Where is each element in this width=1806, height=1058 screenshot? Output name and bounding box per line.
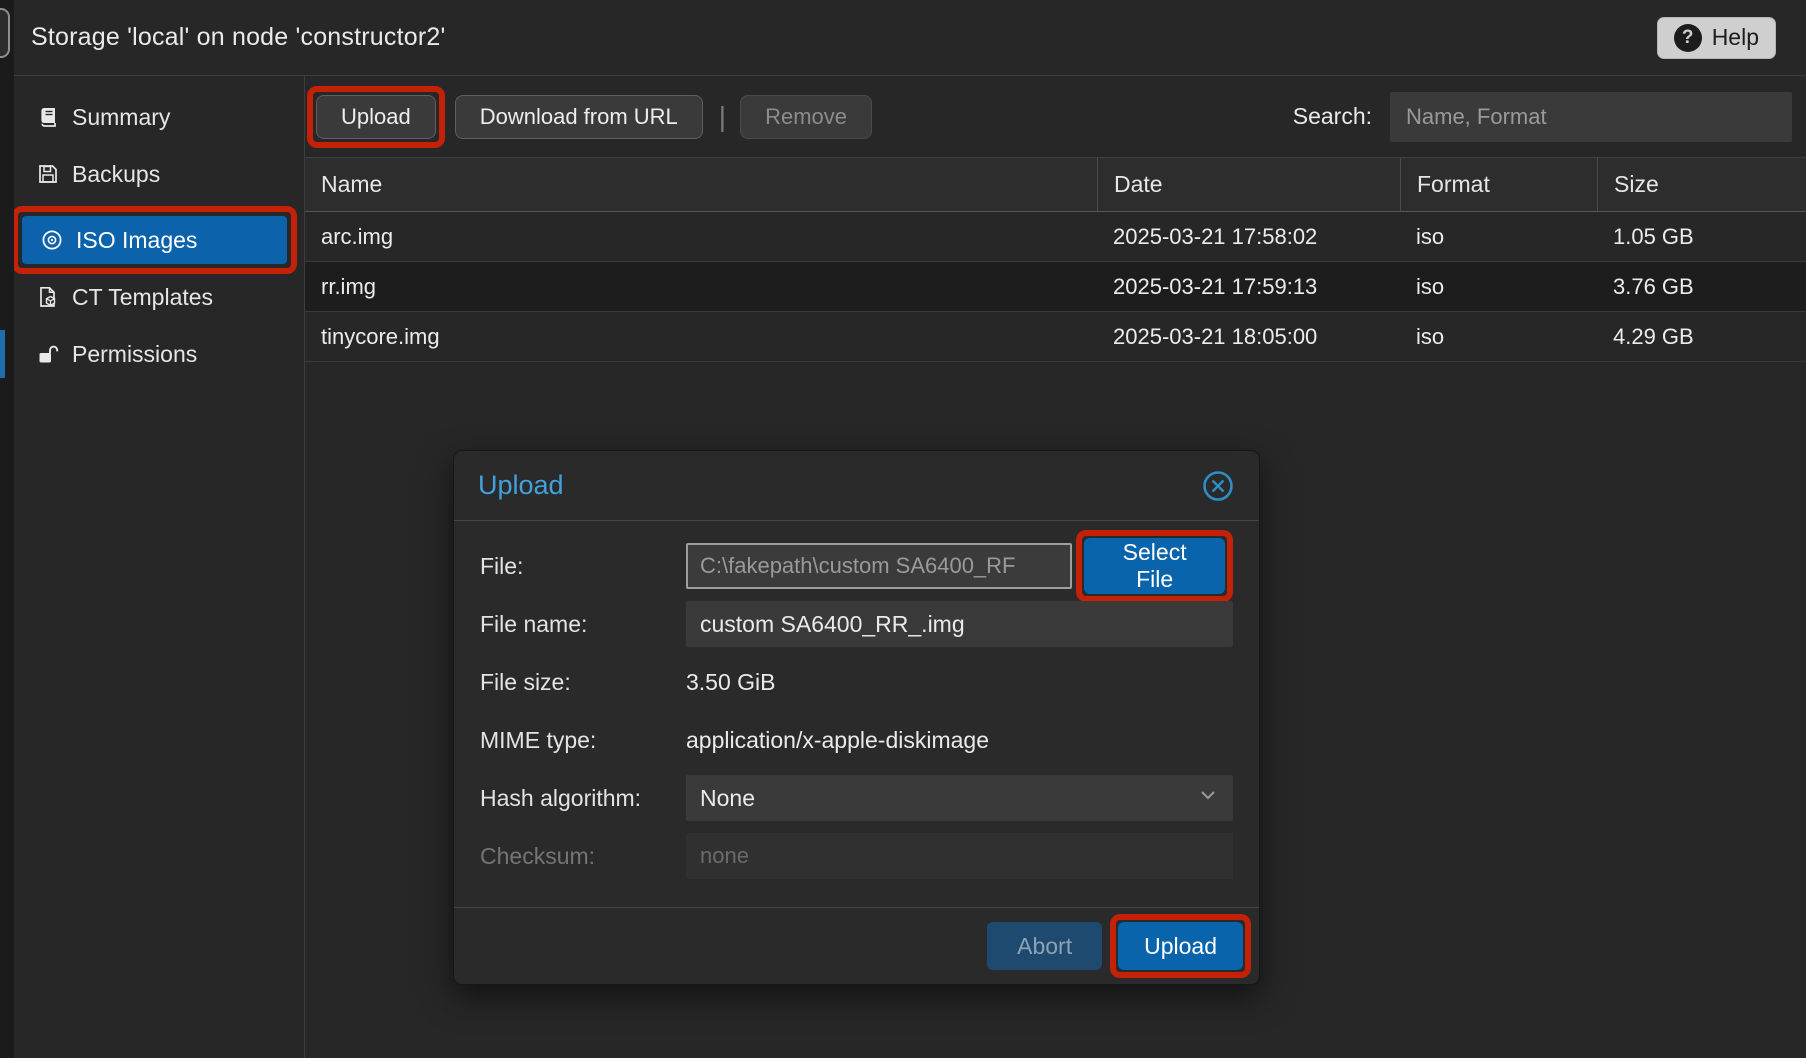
- file-cube-icon: [36, 285, 60, 309]
- book-icon: [36, 105, 60, 129]
- upload-dialog-title: Upload: [478, 470, 564, 501]
- annotation-box-upload-toolbar: Upload: [307, 86, 445, 148]
- cell-date: 2025-03-21 17:59:13: [1097, 262, 1400, 311]
- upload-dialog-header[interactable]: Upload: [454, 451, 1259, 521]
- cell-size: 4.29 GB: [1597, 312, 1806, 361]
- search-label: Search:: [1293, 103, 1372, 130]
- cell-date: 2025-03-21 17:58:02: [1097, 212, 1400, 261]
- filename-label: File name:: [480, 611, 686, 638]
- cropped-panel-edge: [0, 8, 10, 58]
- sidebar-item-summary[interactable]: Summary: [14, 93, 304, 141]
- help-icon: ?: [1674, 24, 1702, 52]
- cell-size: 1.05 GB: [1597, 212, 1806, 261]
- cell-name: tinycore.img: [305, 312, 1097, 361]
- select-file-button[interactable]: Select File: [1084, 538, 1225, 594]
- remove-button[interactable]: Remove: [740, 95, 872, 139]
- filesize-label: File size:: [480, 669, 686, 696]
- sidebar-item-permissions[interactable]: Permissions: [14, 330, 304, 378]
- column-header-size[interactable]: Size: [1597, 158, 1806, 211]
- sidebar-item-backups[interactable]: Backups: [14, 150, 304, 198]
- hash-algorithm-label: Hash algorithm:: [480, 785, 686, 812]
- titlebar: Storage 'local' on node 'constructor2' ?…: [14, 0, 1806, 76]
- filename-input[interactable]: [686, 601, 1233, 647]
- hash-algorithm-select[interactable]: None: [686, 775, 1233, 821]
- toolbar-separator: |: [719, 101, 726, 133]
- file-path-input[interactable]: [686, 543, 1072, 589]
- floppy-icon: [36, 162, 60, 186]
- upload-dialog-body: File: Select File File name: File size: …: [454, 521, 1259, 907]
- left-cropped-strip: [0, 0, 14, 1058]
- file-label: File:: [480, 553, 686, 580]
- sidebar-item-label: Summary: [72, 104, 170, 131]
- checksum-input: [686, 833, 1233, 879]
- annotation-box-select-file: Select File: [1076, 530, 1233, 602]
- sidebar-item-label: ISO Images: [76, 227, 197, 254]
- cell-date: 2025-03-21 18:05:00: [1097, 312, 1400, 361]
- hash-algorithm-value: None: [700, 785, 755, 812]
- help-button-label: Help: [1712, 24, 1759, 51]
- table-row[interactable]: tinycore.img 2025-03-21 18:05:00 iso 4.2…: [305, 312, 1806, 362]
- cell-name: rr.img: [305, 262, 1097, 311]
- search-input[interactable]: [1390, 92, 1792, 142]
- sidebar-item-label: CT Templates: [72, 284, 213, 311]
- download-from-url-button[interactable]: Download from URL: [455, 95, 703, 139]
- table-row[interactable]: arc.img 2025-03-21 17:58:02 iso 1.05 GB: [305, 212, 1806, 262]
- upload-dialog: Upload File: Select File File name: File…: [453, 450, 1260, 985]
- sidebar: Summary Backups ISO Images: [14, 76, 305, 1058]
- column-header-format[interactable]: Format: [1400, 158, 1597, 211]
- cell-name: arc.img: [305, 212, 1097, 261]
- sidebar-item-ct-templates[interactable]: CT Templates: [14, 273, 304, 321]
- sidebar-item-label: Backups: [72, 161, 160, 188]
- annotation-box-upload-submit: Upload: [1110, 914, 1251, 978]
- cell-format: iso: [1400, 312, 1597, 361]
- cell-format: iso: [1400, 262, 1597, 311]
- sidebar-item-iso-images[interactable]: ISO Images: [22, 216, 287, 264]
- help-button[interactable]: ? Help: [1657, 17, 1776, 59]
- table-header: Name Date Format Size: [305, 157, 1806, 212]
- mime-type-value: application/x-apple-diskimage: [686, 727, 989, 754]
- checksum-label: Checksum:: [480, 843, 686, 870]
- filesize-value: 3.50 GiB: [686, 669, 776, 696]
- toolbar: Upload Download from URL | Remove Search…: [305, 76, 1806, 157]
- cell-size: 3.76 GB: [1597, 262, 1806, 311]
- unlock-icon: [36, 342, 60, 366]
- upload-dialog-footer: Abort Upload: [454, 907, 1259, 984]
- upload-submit-button[interactable]: Upload: [1118, 922, 1243, 970]
- upload-toolbar-button[interactable]: Upload: [316, 95, 436, 139]
- table-row[interactable]: rr.img 2025-03-21 17:59:13 iso 3.76 GB: [305, 262, 1806, 312]
- tree-selection-sliver: [0, 330, 5, 378]
- mime-type-label: MIME type:: [480, 727, 686, 754]
- disc-icon: [40, 228, 64, 252]
- column-header-name[interactable]: Name: [305, 158, 1097, 211]
- abort-button[interactable]: Abort: [987, 922, 1102, 970]
- sidebar-item-label: Permissions: [72, 341, 197, 368]
- chevron-down-icon: [1197, 784, 1219, 812]
- close-icon[interactable]: [1201, 469, 1235, 503]
- annotation-box-iso-images: ISO Images: [12, 206, 297, 274]
- page-title: Storage 'local' on node 'constructor2': [31, 23, 445, 52]
- column-header-date[interactable]: Date: [1097, 158, 1400, 211]
- cell-format: iso: [1400, 212, 1597, 261]
